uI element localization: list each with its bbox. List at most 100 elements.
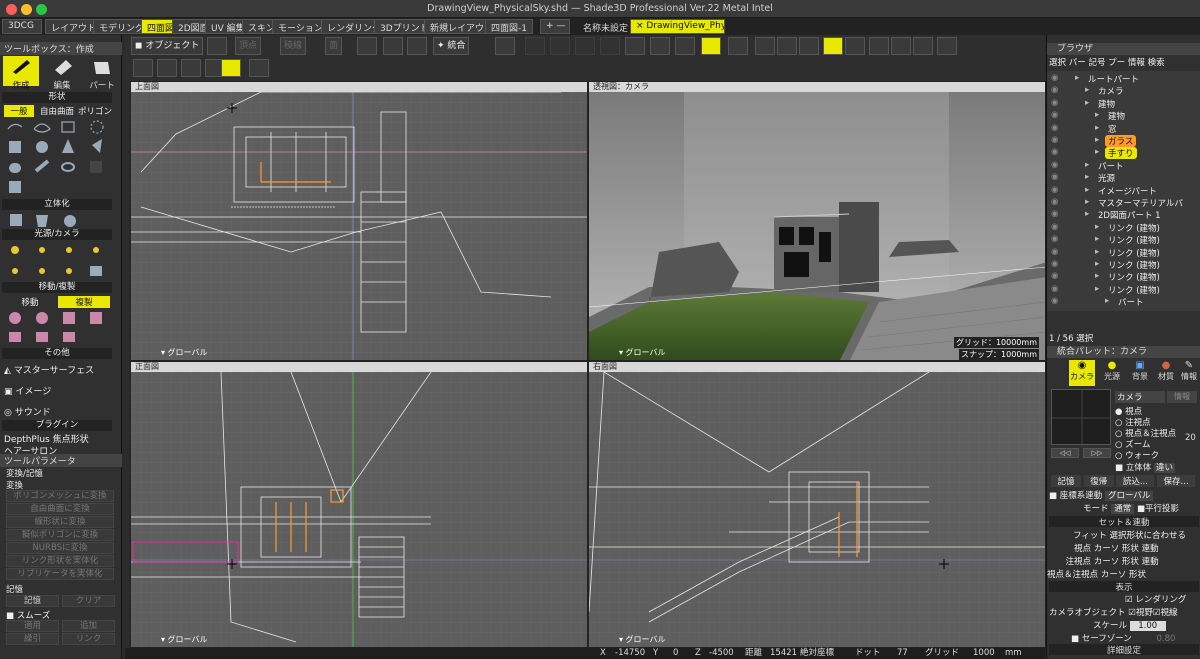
disclosure-icon[interactable]: ▸ [1095,284,1099,294]
camera-info-button[interactable]: 情報 [1167,391,1197,403]
eye-icon[interactable]: ◉ [1051,172,1058,182]
top-viewport[interactable]: 上面図 ▾ グローバル [130,81,588,361]
tree-item[interactable]: ◉ ▸ 建物 [1047,98,1200,110]
disclosure-icon[interactable]: ▸ [1085,160,1089,170]
memory-button[interactable]: 記憶 [6,595,59,607]
disclosure-icon[interactable]: ▸ [1095,247,1099,257]
mode-select[interactable]: 通常 [1111,504,1135,514]
stereo-checkbox[interactable]: ■ [1115,463,1126,473]
view-target-shape-button[interactable]: 形状 [1129,570,1146,580]
viewpoint-shape-button[interactable]: 形状 [1122,544,1139,554]
browser-header[interactable]: ブラウザ [1047,43,1200,55]
eye-icon[interactable]: ◉ [1051,234,1058,244]
browser-tab-search[interactable]: 検索 [1148,58,1165,68]
browser-tab-select[interactable]: 選択 [1049,58,1066,68]
tab-move[interactable]: 移動 [4,296,56,308]
right-viewport-coord-system[interactable]: ▾ グローバル [619,634,665,645]
perspective-render-canvas[interactable] [589,92,1046,361]
palette-header[interactable]: 統合パレット：カメラ [1047,346,1200,358]
eye-icon[interactable]: ◉ [1051,98,1058,108]
front-view-canvas[interactable] [131,372,588,648]
disclosure-icon[interactable]: ▸ [1095,271,1099,281]
tab-copy[interactable]: 複製 [58,296,110,308]
browser-tab-info[interactable]: 情報 [1128,58,1145,68]
disclosure-icon[interactable]: ▸ [1095,110,1099,120]
rotate-view-icon[interactable] [383,37,403,55]
unit-icon[interactable] [937,37,957,55]
safe-zone-row[interactable]: ■ セーフゾーン 0.80 [1071,632,1200,644]
undo-icon[interactable] [407,37,427,55]
disclosure-icon[interactable]: ▸ [1075,73,1079,83]
target-link-button[interactable]: 連動 [1142,557,1159,567]
tree-item[interactable]: ◉ ▸ リンク (建物) [1047,271,1200,283]
disclosure-icon[interactable]: ▸ [1095,234,1099,244]
master-surface-item[interactable]: ◭ マスターサーフェス [4,363,116,377]
face-mode-button[interactable]: 面 [325,37,343,55]
viewpoint-link-button[interactable]: 連動 [1142,544,1159,554]
tree-item[interactable]: ◉ ▸ 2D図面パート 1 [1047,209,1200,221]
image-item[interactable]: ▣ イメージ [4,384,116,398]
palette-tab-info[interactable]: ✎ 情報 [1177,360,1200,386]
rendering-checkbox[interactable]: ☑ [1125,595,1135,605]
convert-line-button[interactable]: 線形状に変換 [6,516,114,528]
top-viewport-coord-system[interactable]: ▾ グローバル [161,347,207,358]
plugin-section-header[interactable]: プラグイン [2,420,112,431]
coord-link-select[interactable]: グローバル [1104,491,1154,501]
eye-icon[interactable]: ◉ [1051,123,1058,133]
add-tab-button[interactable]: + — [540,19,570,34]
eye-icon[interactable]: ◉ [1051,110,1058,120]
eye-icon[interactable]: ◉ [1051,160,1058,170]
perspective-viewport-coord-system[interactable]: ▾ グローバル [619,347,665,358]
palette-tab-material[interactable]: ● 材質 [1153,360,1179,386]
unit-select[interactable]: mm [1005,648,1022,659]
set-link-section-header[interactable]: セット＆連動 [1049,516,1199,528]
disclosure-icon[interactable]: ▸ [1085,85,1089,95]
eye-icon[interactable]: ◉ [1051,73,1058,83]
xz-icon[interactable] [675,37,695,55]
render-icon[interactable] [799,37,819,55]
angle-icon[interactable] [913,37,933,55]
eye-icon[interactable]: ◉ [1051,85,1058,95]
convert-pseudo-polygon-button[interactable]: 擬似ポリゴンに変換 [6,529,114,541]
edit-mode-button[interactable]: 編集 [44,56,80,91]
list-icon[interactable] [625,37,645,55]
eye-icon[interactable]: ◉ [1051,247,1058,257]
right-view-canvas[interactable] [589,372,1046,648]
tab-free-surface[interactable]: 自由曲面 [40,105,74,117]
front-viewport-header[interactable]: 正面図 [131,362,587,372]
front-viewport[interactable]: 正面図 ▾ グローバル [130,361,588,648]
shapes-icon[interactable] [845,37,865,55]
disclosure-icon[interactable]: ▸ [1095,222,1099,232]
disclosure-icon[interactable]: ▸ [1085,197,1089,207]
convert-nurbs-button[interactable]: NURBSに変換 [6,542,114,554]
top-viewport-header[interactable]: 上面図 [131,82,587,92]
convert-free-surface-button[interactable]: 自由曲面に変換 [6,503,114,515]
radio-walk[interactable]: ○ ウォーク [1115,449,1185,461]
eye-icon[interactable]: ◉ [1051,271,1058,281]
select-rect-icon[interactable] [357,37,377,55]
detail-section-header[interactable]: 詳細設定 [1049,644,1199,656]
apply-button[interactable]: 適用 [6,620,59,632]
tree-item[interactable]: ◉ ▸ 建物 [1047,110,1200,122]
view-field-checkbox[interactable]: ☑ [1128,608,1136,618]
table-icon[interactable] [755,37,775,55]
globe-icon[interactable] [650,37,670,55]
tab-polygon[interactable]: ポリゴン [78,105,112,117]
solidify-section-header[interactable]: 立体化 [2,199,112,210]
bounding-icon[interactable] [181,59,201,77]
browser-tab-part[interactable]: パー [1069,58,1086,68]
save-button[interactable]: 保存... [1157,475,1196,487]
measure-icon[interactable] [891,37,911,55]
tree-item[interactable]: ◉ ▸ 窓 [1047,123,1200,135]
tree-item[interactable]: ◉ ▸ リンク (建物) [1047,259,1200,271]
convert-polygon-mesh-button[interactable]: ポリゴンメッシュに変換 [6,490,114,502]
numeric-icon[interactable] [869,37,889,55]
browser-tab-pu[interactable]: プー [1108,58,1125,68]
right-viewport[interactable]: 右面図 ▾ グローバル [588,361,1046,648]
tree-item[interactable]: ◉ ▸ パート [1047,296,1200,308]
tree-item[interactable]: ◉ ▸ リンク (建物) [1047,234,1200,246]
rendering-row[interactable]: ☑ レンダリング [1125,593,1199,605]
head-icon[interactable] [777,37,797,55]
gear-icon[interactable] [728,37,748,55]
stereo-row[interactable]: ■ 立体体 違い [1115,461,1195,473]
